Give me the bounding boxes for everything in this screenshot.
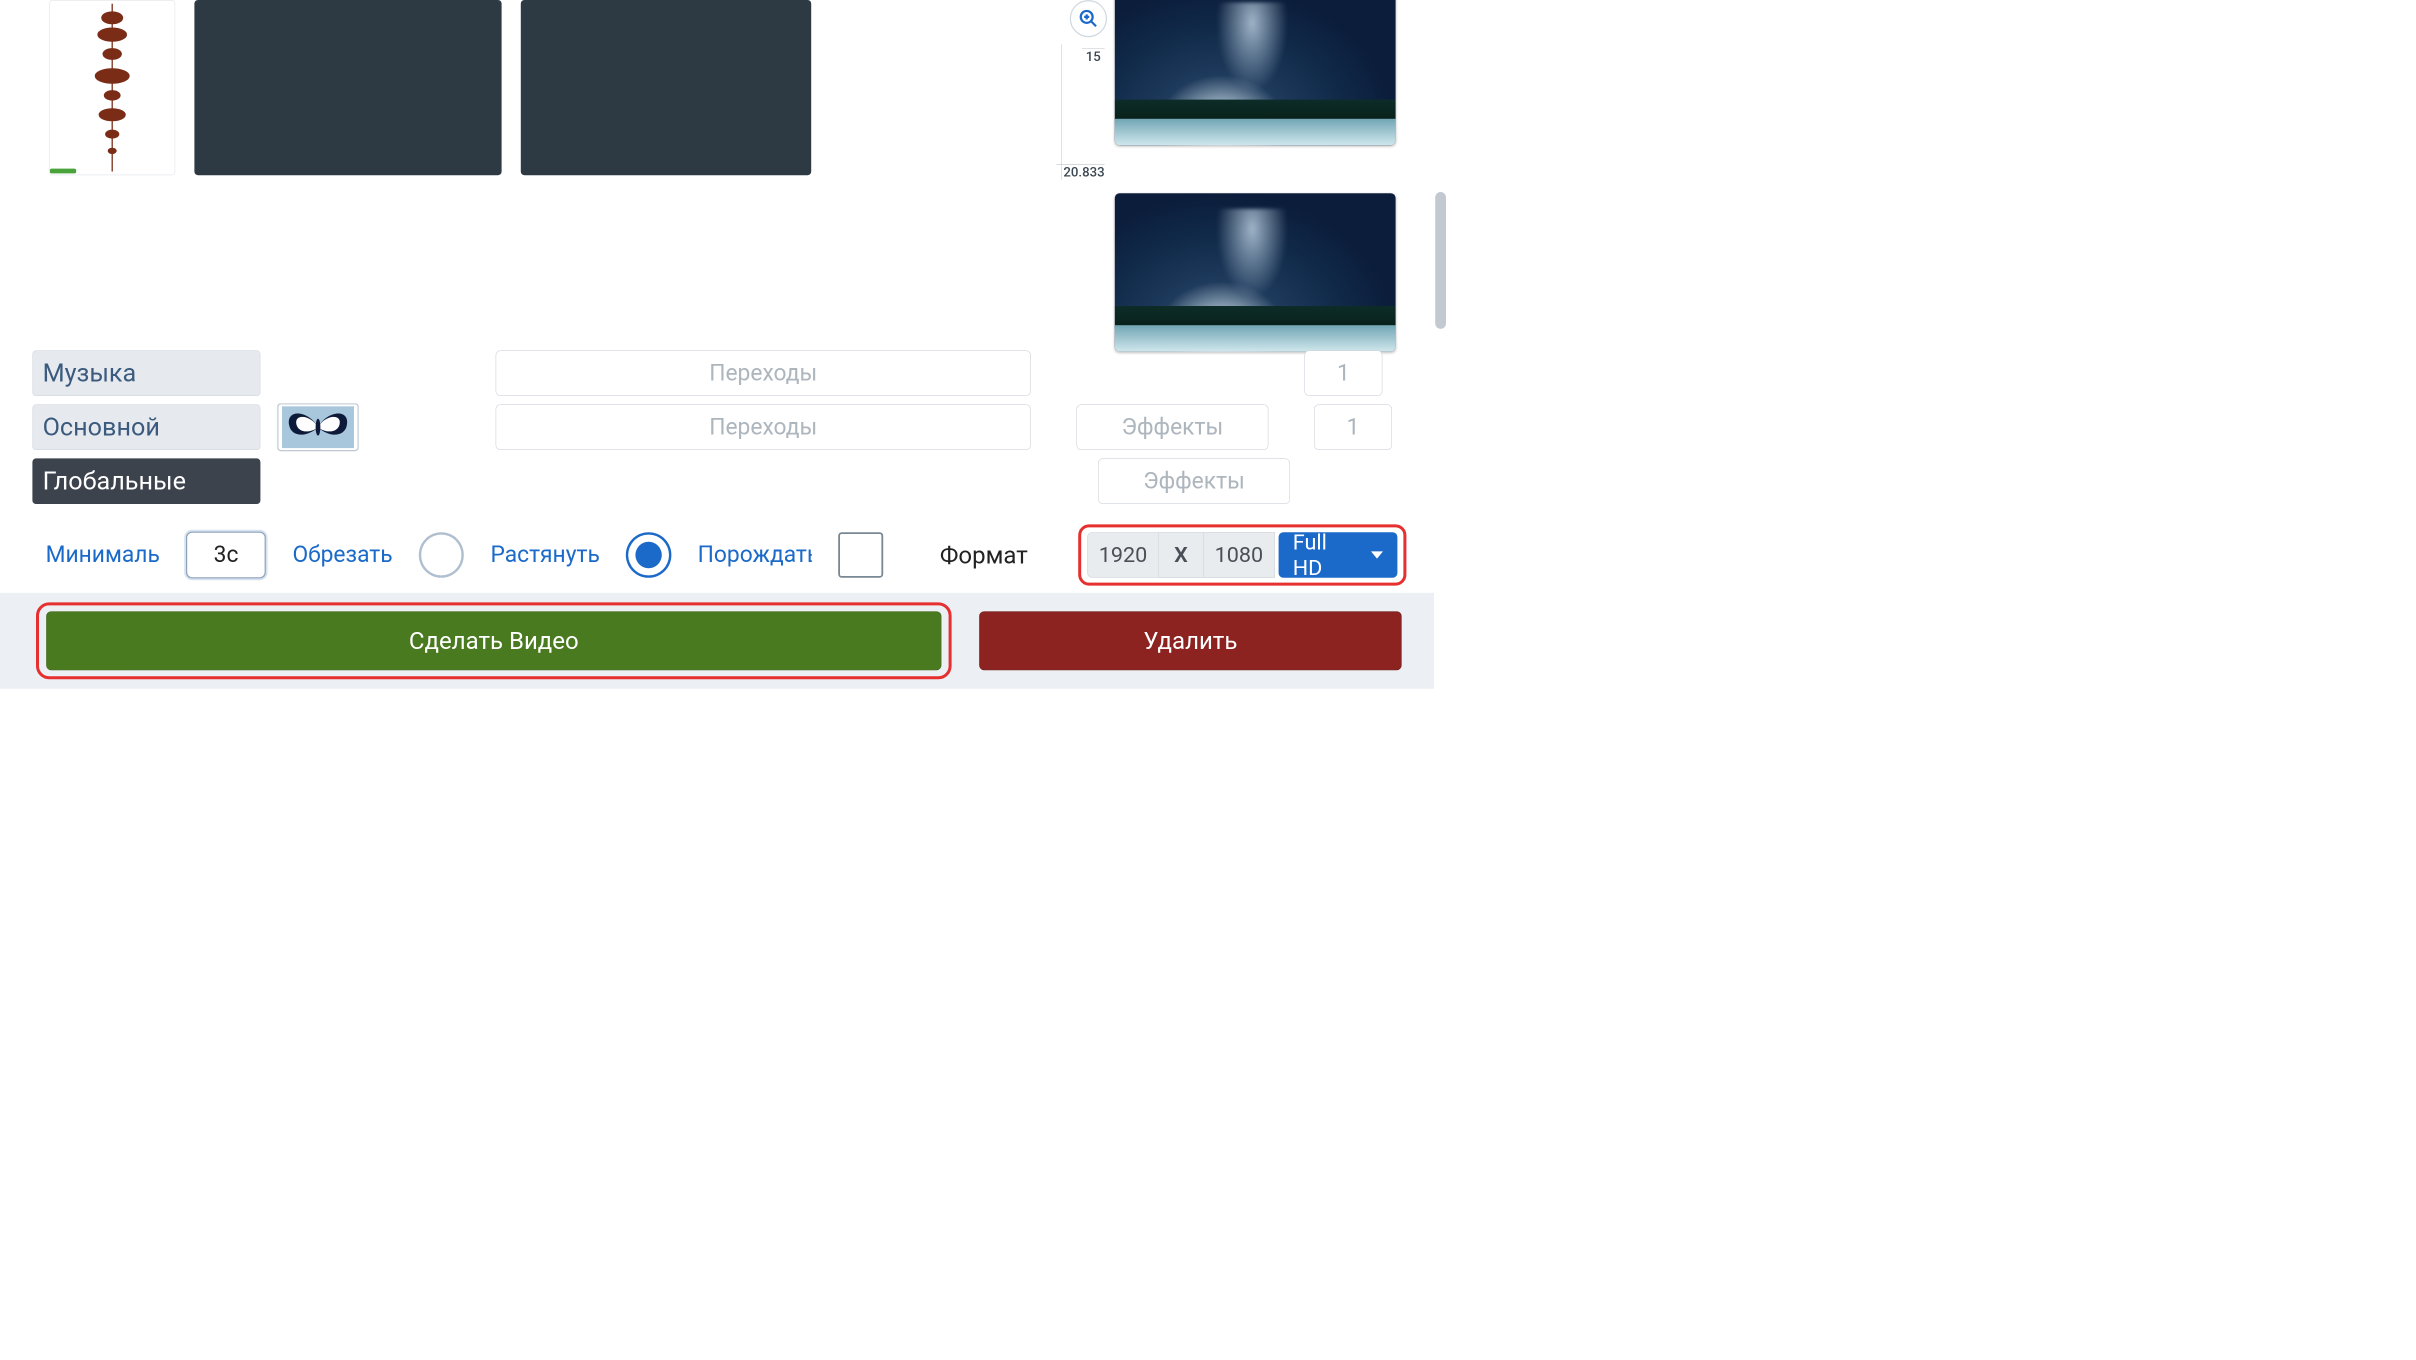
bottom-bar: Сделать Видео Удалить xyxy=(0,593,1434,689)
butterfly-icon xyxy=(282,406,354,448)
zoom-in-button[interactable] xyxy=(1070,0,1107,37)
scrollbar-thumb[interactable] xyxy=(1435,192,1446,329)
tab-music[interactable]: Музыка xyxy=(32,350,260,396)
format-label: Формат xyxy=(940,541,1028,569)
format-preset-label: Full HD xyxy=(1293,530,1362,580)
spawn-label: Порождать xyxy=(698,542,812,568)
playhead-marker xyxy=(50,169,76,174)
transitions-button-2[interactable]: Переходы xyxy=(496,404,1031,450)
crop-label: Обрезать xyxy=(292,542,392,568)
minimal-label: Минимальн xyxy=(46,542,160,568)
tab-global[interactable]: Глобальные xyxy=(32,458,260,504)
video-clip-2[interactable] xyxy=(521,0,811,175)
stretch-radio[interactable] xyxy=(626,532,671,578)
make-video-highlight: Сделать Видео xyxy=(36,602,952,679)
crop-radio[interactable] xyxy=(419,532,464,578)
tab-main[interactable]: Основной xyxy=(32,404,260,450)
track-row-main: Основной Переходы Эффекты 1 xyxy=(32,403,1408,451)
format-x-separator: X xyxy=(1159,532,1203,578)
track-row-global: Глобальные Эффекты xyxy=(32,458,1408,504)
spawn-checkbox[interactable] xyxy=(838,532,883,578)
tracks-area: Музыка Переходы 1 Основной Переходы Эффе… xyxy=(32,350,1408,511)
format-height-input[interactable]: 1080 xyxy=(1203,532,1275,578)
effects-button-2[interactable]: Эффекты xyxy=(1098,458,1290,504)
count-badge-1[interactable]: 1 xyxy=(1304,350,1382,396)
editor-upper: 15 20.833 xyxy=(49,0,1417,336)
format-preset-dropdown[interactable]: Full HD xyxy=(1278,532,1397,578)
track-row-music: Музыка Переходы 1 xyxy=(32,350,1408,396)
video-clip-1[interactable] xyxy=(194,0,501,175)
format-group-highlight: 1920 X 1080 Full HD xyxy=(1078,524,1406,585)
butterfly-thumbnail[interactable] xyxy=(277,403,359,451)
zoom-in-icon xyxy=(1078,8,1098,28)
waveform-icon xyxy=(85,4,139,172)
minimal-input[interactable]: 3с xyxy=(186,532,266,579)
effects-button-1[interactable]: Эффекты xyxy=(1076,404,1268,450)
time-ruler: 15 20.833 xyxy=(1061,44,1109,180)
stretch-label: Растянуть xyxy=(490,542,599,568)
transitions-button-1[interactable]: Переходы xyxy=(496,350,1031,396)
options-row: Минимальн 3с Обрезать Растянуть Порождат… xyxy=(46,524,1407,585)
ruler-tick-15: 15 xyxy=(1082,48,1105,65)
preview-column xyxy=(1115,0,1396,352)
scrollbar-track[interactable] xyxy=(1435,0,1448,816)
make-video-button[interactable]: Сделать Видео xyxy=(46,611,941,670)
preview-thumb-2[interactable] xyxy=(1115,193,1396,351)
ruler-tick-20: 20.833 xyxy=(1057,164,1105,180)
count-badge-2[interactable]: 1 xyxy=(1314,404,1392,450)
preview-thumb-1[interactable] xyxy=(1115,0,1396,145)
time-ruler-column: 15 20.833 xyxy=(1061,0,1109,180)
format-width-input[interactable]: 1920 xyxy=(1087,532,1159,578)
caret-down-icon xyxy=(1371,551,1383,558)
waveform-cell[interactable] xyxy=(49,0,175,175)
delete-button[interactable]: Удалить xyxy=(979,611,1401,670)
